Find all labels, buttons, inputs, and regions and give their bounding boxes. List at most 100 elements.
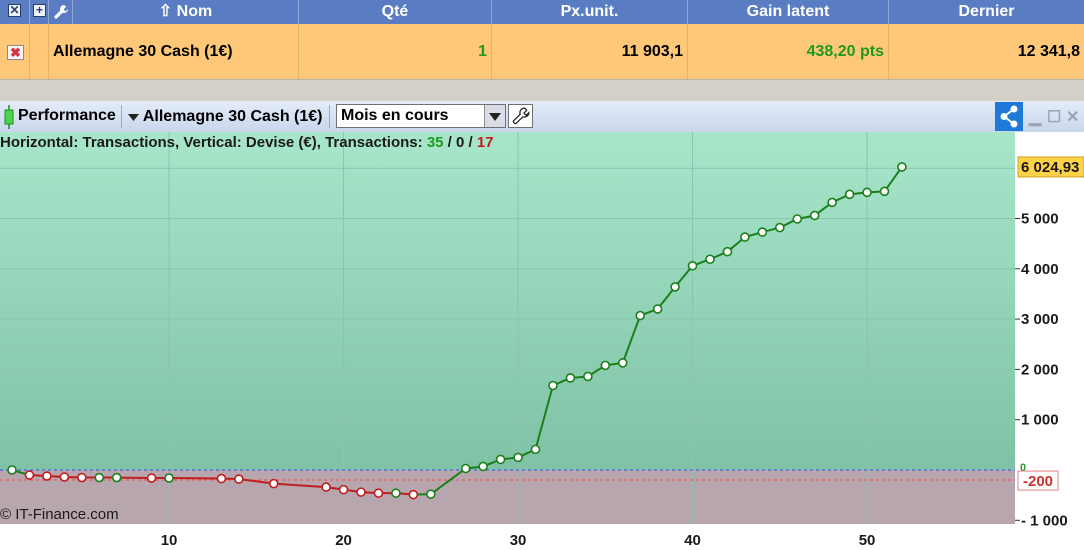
table-header: ✕ + ⇧ Nom Qté Px.unit. Gain latent Derni… (0, 0, 1084, 24)
data-point[interactable] (617, 358, 628, 368)
candlestick-icon (4, 105, 14, 129)
data-point[interactable] (321, 482, 331, 492)
data-point[interactable] (216, 473, 227, 484)
data-point[interactable] (111, 472, 122, 483)
data-point[interactable] (408, 489, 419, 500)
toolbar-separator (121, 105, 122, 128)
expand-icon[interactable]: + (33, 4, 46, 17)
data-point[interactable] (879, 186, 890, 197)
share-icon (1000, 105, 1018, 128)
data-point[interactable] (460, 463, 471, 474)
row-delete-cell[interactable]: ✖ (0, 24, 30, 79)
data-point[interactable] (164, 473, 174, 483)
chart-toolbar: Performance Allemagne 30 Cash (1€) Mois … (0, 101, 1084, 133)
x-tick-label: 40 (684, 532, 701, 549)
period-select[interactable]: Mois en cours (336, 104, 506, 128)
data-point[interactable] (548, 380, 558, 391)
data-point[interactable] (59, 472, 70, 482)
win-count: 35 (426, 134, 444, 151)
performance-label[interactable]: Performance (18, 107, 116, 125)
performance-chart[interactable]: 10 20 30 40 50 5 000 4 000 3 000 2 000 1 000 - 1 … (0, 132, 1084, 550)
period-value: Mois en cours (341, 107, 449, 124)
data-point[interactable] (670, 282, 680, 292)
data-point[interactable] (234, 474, 244, 484)
data-point[interactable] (757, 227, 768, 237)
header-icon-cell[interactable]: ✕ (0, 0, 30, 24)
data-point[interactable] (495, 454, 506, 465)
data-point[interactable] (391, 488, 401, 498)
data-point[interactable] (792, 214, 803, 224)
instrument-label: Allemagne 30 Cash (1€) (142, 108, 323, 125)
period-select-arrow[interactable] (484, 105, 505, 127)
data-point[interactable] (687, 260, 698, 271)
data-point[interactable] (862, 187, 872, 198)
x-tick-label: 10 (161, 532, 178, 549)
column-header-nom-label: Nom (176, 3, 213, 20)
toolbar-separator (329, 105, 330, 128)
data-point[interactable] (652, 304, 663, 314)
instrument-dropdown[interactable]: Allemagne 30 Cash (1€) (128, 108, 322, 126)
x-tick-label: 30 (510, 532, 527, 549)
data-point[interactable] (478, 461, 488, 472)
data-point[interactable] (425, 489, 436, 499)
data-point[interactable] (24, 470, 35, 480)
data-point[interactable] (583, 371, 593, 382)
close-position-icon[interactable]: ✖ (7, 45, 24, 60)
data-point[interactable] (146, 473, 157, 483)
chevron-down-icon (489, 113, 501, 121)
separator-slash: / (443, 134, 457, 151)
x-tick-label: 50 (859, 532, 876, 549)
column-header-dernier[interactable]: Dernier (889, 0, 1084, 24)
data-point[interactable] (827, 197, 837, 208)
data-point[interactable] (94, 472, 105, 483)
series-segment (169, 477, 222, 480)
data-point[interactable] (530, 444, 541, 455)
data-point[interactable] (77, 472, 87, 483)
cell-qte: 1 (299, 24, 492, 79)
data-point[interactable] (513, 452, 523, 463)
data-point[interactable] (565, 373, 576, 383)
maximize-icon[interactable]: ☐ (1047, 107, 1061, 127)
x-tick-label: 20 (335, 532, 352, 549)
column-header-nom[interactable]: ⇧ Nom (73, 0, 299, 24)
minimize-icon[interactable]: ▁ (1029, 107, 1041, 127)
share-button[interactable] (995, 102, 1023, 131)
series-segment (116, 476, 152, 480)
data-point[interactable] (268, 478, 279, 489)
columns-settings-icon[interactable]: ✕ (8, 4, 21, 17)
y-tick-label: 4 000 (1021, 261, 1059, 278)
panel-gap (0, 79, 1084, 102)
chart-settings-button[interactable] (508, 104, 533, 128)
header-wrench-cell[interactable] (49, 0, 73, 24)
header-expand-cell[interactable]: + (30, 0, 49, 24)
data-point[interactable] (722, 246, 733, 257)
cell-nom[interactable]: Allemagne 30 Cash (1€) (49, 24, 299, 79)
table-row[interactable]: ✖ Allemagne 30 Cash (1€) 1 11 903,1 438,… (0, 24, 1084, 79)
loss-count: 17 (476, 134, 494, 151)
data-point[interactable] (373, 488, 384, 498)
row-spacer-cell (30, 24, 49, 79)
y-tick-label: - 1 000 (1021, 512, 1068, 529)
column-header-gain-latent[interactable]: Gain latent (688, 0, 889, 24)
data-point[interactable] (897, 162, 907, 172)
data-point[interactable] (635, 310, 646, 321)
y-tick-label: 1 000 (1021, 412, 1059, 429)
cell-px-unit: 11 903,1 (492, 24, 688, 79)
data-point[interactable] (740, 232, 750, 242)
data-point[interactable] (809, 210, 820, 221)
data-point[interactable] (705, 254, 715, 265)
separator-slash: / (464, 134, 477, 151)
copyright-text: © IT-Finance.com (0, 506, 119, 523)
wrench-icon[interactable] (53, 4, 69, 20)
data-point[interactable] (356, 487, 366, 497)
data-point[interactable] (42, 471, 52, 481)
column-header-qte[interactable]: Qté (299, 0, 492, 24)
data-point[interactable] (844, 189, 855, 200)
data-point[interactable] (774, 222, 785, 233)
close-icon[interactable]: ✕ (1066, 107, 1079, 127)
data-point[interactable] (600, 360, 611, 371)
data-point[interactable] (338, 484, 349, 495)
column-header-px-unit[interactable]: Px.unit. (492, 0, 688, 24)
y-tick-label: 3 000 (1021, 311, 1059, 328)
data-point[interactable] (7, 465, 17, 475)
